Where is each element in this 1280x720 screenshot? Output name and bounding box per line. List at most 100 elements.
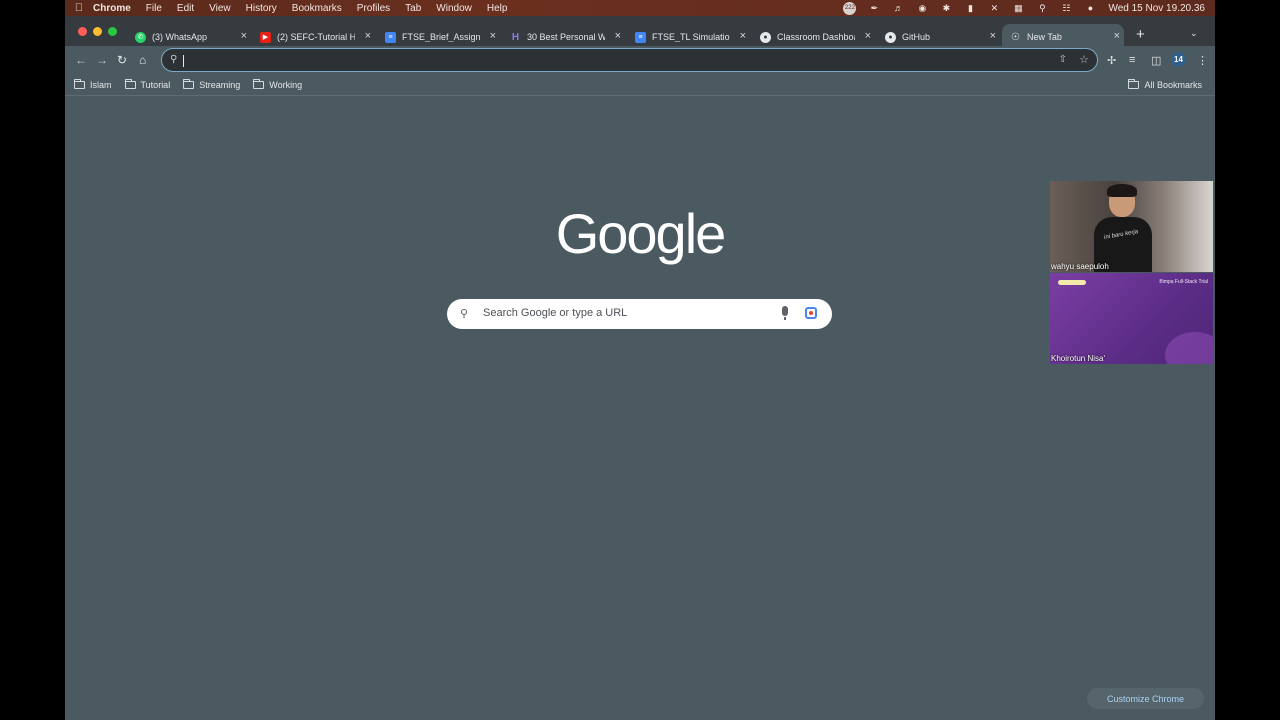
menu-history[interactable]: History bbox=[246, 3, 277, 14]
side-panel-icon[interactable]: ◫ bbox=[1151, 54, 1161, 67]
apple-icon[interactable]:  bbox=[65, 2, 93, 14]
folder-icon bbox=[74, 78, 85, 89]
feather-icon[interactable]: ✒ bbox=[868, 3, 880, 13]
tab-search-chevron-icon[interactable]: ⌄ bbox=[1190, 28, 1198, 39]
forward-icon[interactable]: → bbox=[96, 53, 108, 67]
new-tab-button[interactable]: + bbox=[1136, 26, 1145, 43]
video-tile-participant-2: Bimpa Full-Stack Trial Khoirotun Nisa' bbox=[1050, 273, 1213, 364]
volume-icon[interactable]: ♬ bbox=[892, 3, 904, 13]
participant-name: Khoirotun Nisa' bbox=[1051, 354, 1105, 363]
wifi-off-icon[interactable]: ✕ bbox=[988, 3, 1000, 13]
close-tab-icon[interactable]: × bbox=[241, 31, 247, 42]
siri-icon[interactable]: ● bbox=[1084, 3, 1096, 13]
folder-icon bbox=[183, 78, 195, 89]
video-tile-participant-1: ini baru kerja wahyu saepuloh bbox=[1050, 181, 1213, 272]
close-tab-icon[interactable]: × bbox=[490, 31, 496, 42]
docs-icon: ≡ bbox=[385, 31, 396, 43]
keyboard-icon[interactable]: ▦ bbox=[1012, 3, 1024, 13]
close-window-button[interactable] bbox=[78, 27, 87, 36]
site-icon: H bbox=[511, 31, 520, 43]
slide-logo bbox=[1058, 280, 1086, 285]
bookmark-folder-tutorial[interactable]: Tutorial bbox=[124, 78, 171, 90]
google-logo: Google bbox=[555, 202, 727, 265]
back-icon[interactable]: ← bbox=[75, 53, 87, 67]
reading-list-icon[interactable]: ≡ bbox=[1129, 54, 1135, 66]
search-placeholder: Search Google or type a URL bbox=[483, 307, 628, 319]
tab-title: (3) WhatsApp bbox=[152, 32, 208, 42]
menu-view[interactable]: View bbox=[209, 3, 231, 14]
github-icon: ● bbox=[760, 31, 771, 43]
tab-title: GitHub bbox=[902, 32, 931, 42]
close-tab-icon[interactable]: × bbox=[615, 31, 621, 42]
window-controls bbox=[78, 27, 117, 36]
menu-profiles[interactable]: Profiles bbox=[357, 3, 390, 14]
customize-chrome-button[interactable]: Customize Chrome bbox=[1087, 688, 1204, 709]
close-tab-icon[interactable]: × bbox=[365, 31, 371, 42]
address-bar[interactable]: ⚲ ⇧ ☆ bbox=[161, 48, 1098, 72]
participant-video: ini baru kerja bbox=[1094, 184, 1152, 272]
google-lens-icon[interactable] bbox=[805, 307, 817, 319]
battery-icon[interactable]: ▮ bbox=[964, 3, 976, 13]
whatsapp-icon: ✆ bbox=[135, 31, 146, 43]
zoom-window-button[interactable] bbox=[108, 27, 117, 36]
bookmarks-bar: Islam Tutorial Streaming Working All Boo… bbox=[65, 74, 1215, 96]
participant-name: wahyu saepuloh bbox=[1051, 262, 1109, 271]
menubar-status-area: 222 ✒ ♬ ◉ ✱ ▮ ✕ ▦ ⚲ ☷ ● Wed 15 Nov 19.20… bbox=[843, 1, 1215, 15]
minimize-window-button[interactable] bbox=[93, 27, 102, 36]
more-menu-icon[interactable]: ⋮ bbox=[1197, 54, 1208, 67]
all-bookmarks-button[interactable]: All Bookmarks bbox=[1128, 78, 1202, 90]
close-tab-icon[interactable]: × bbox=[740, 31, 746, 42]
reload-icon[interactable]: ↻ bbox=[117, 53, 127, 67]
bookmark-label: Streaming bbox=[199, 79, 241, 90]
tab-title: FTSE_Brief_Assignm bbox=[402, 32, 480, 42]
menu-file[interactable]: File bbox=[146, 3, 162, 14]
close-tab-icon[interactable]: × bbox=[1114, 31, 1120, 42]
toolbar: ← → ↻ ⌂ ⚲ ⇧ ☆ ✢ ≡ ◫ 14 ⋮ bbox=[65, 46, 1215, 74]
bookmark-folder-streaming[interactable]: Streaming bbox=[183, 78, 241, 90]
person-hair bbox=[1107, 184, 1137, 197]
tab-title: New Tab bbox=[1027, 32, 1062, 42]
extensions-icon[interactable]: ✢ bbox=[1107, 54, 1116, 67]
menu-app-name[interactable]: Chrome bbox=[93, 3, 131, 14]
search-icon: ⚲ bbox=[170, 54, 178, 65]
mac-menubar:  Chrome File Edit View History Bookmark… bbox=[65, 0, 1215, 16]
docs-icon: ≡ bbox=[635, 31, 646, 43]
spotlight-search-icon[interactable]: ⚲ bbox=[1036, 3, 1048, 13]
bookmark-star-icon[interactable]: ☆ bbox=[1079, 53, 1089, 66]
play-circle-icon[interactable]: ◉ bbox=[916, 3, 928, 13]
home-icon[interactable]: ⌂ bbox=[139, 53, 146, 67]
youtube-icon: ▶ bbox=[260, 31, 271, 43]
notification-badge-icon[interactable]: 222 bbox=[843, 1, 857, 15]
menu-help[interactable]: Help bbox=[487, 3, 508, 14]
chrome-icon: ☉ bbox=[1011, 31, 1020, 43]
folder-icon bbox=[1128, 78, 1140, 89]
slide-decoration bbox=[1165, 332, 1213, 364]
bookmark-folder-working[interactable]: Working bbox=[253, 78, 302, 90]
menu-tab[interactable]: Tab bbox=[405, 3, 421, 14]
bookmark-folder-islam[interactable]: Islam bbox=[74, 78, 112, 90]
tab-title: Classroom Dashboa bbox=[777, 32, 855, 42]
folder-icon bbox=[124, 78, 136, 89]
menu-bookmarks[interactable]: Bookmarks bbox=[292, 3, 342, 14]
bluetooth-icon[interactable]: ✱ bbox=[940, 3, 952, 13]
microphone-icon[interactable] bbox=[782, 306, 788, 320]
tab-title: 30 Best Personal W bbox=[527, 32, 605, 42]
menu-window[interactable]: Window bbox=[436, 3, 472, 14]
control-center-icon[interactable]: ☷ bbox=[1060, 3, 1072, 13]
slide-title: Bimpa Full-Stack Trial bbox=[1159, 279, 1208, 285]
ntp-search-box[interactable]: ⚲ Search Google or type a URL bbox=[447, 299, 832, 329]
tab-title: FTSE_TL Simulation bbox=[652, 32, 730, 42]
share-icon[interactable]: ⇧ bbox=[1059, 54, 1067, 65]
menu-edit[interactable]: Edit bbox=[177, 3, 194, 14]
bookmark-label: Islam bbox=[90, 79, 112, 90]
profile-avatar[interactable]: 14 bbox=[1171, 52, 1186, 67]
bookmark-label: Tutorial bbox=[140, 79, 171, 90]
folder-icon bbox=[253, 78, 265, 89]
text-caret bbox=[183, 55, 184, 67]
screen:  Chrome File Edit View History Bookmark… bbox=[65, 0, 1215, 720]
close-tab-icon[interactable]: × bbox=[990, 31, 996, 42]
close-tab-icon[interactable]: × bbox=[865, 31, 871, 42]
tab-title: (2) SEFC-Tutorial H bbox=[277, 32, 355, 42]
menubar-clock[interactable]: Wed 15 Nov 19.20.36 bbox=[1108, 3, 1205, 14]
bookmark-label: All Bookmarks bbox=[1144, 79, 1202, 90]
